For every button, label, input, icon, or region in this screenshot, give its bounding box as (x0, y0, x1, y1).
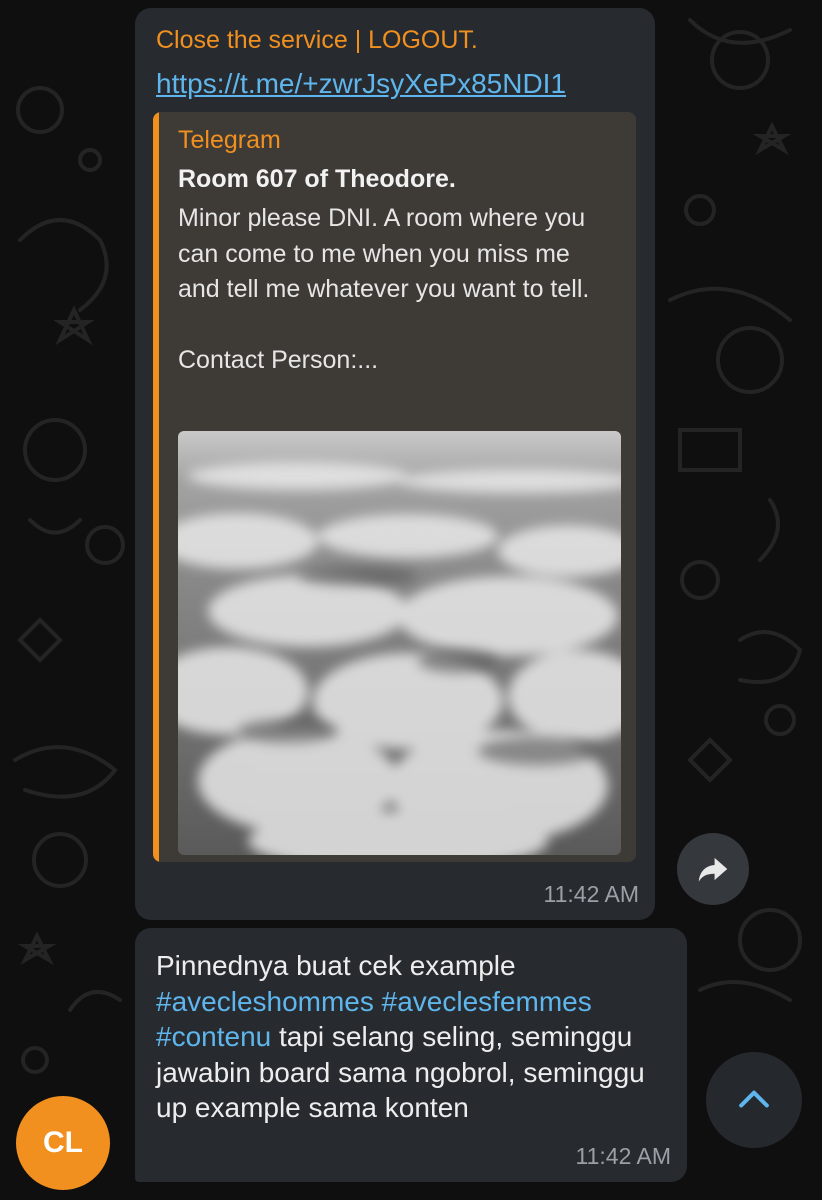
invite-link[interactable]: https://t.me/+zwrJsyXePx85NDI1 (156, 68, 566, 100)
message-bubble-text[interactable]: Pinnednya buat cek example #avecleshomme… (135, 928, 687, 1182)
preview-image-clouds[interactable] (178, 431, 621, 855)
hashtag-avecleshommes[interactable]: #avecleshommes (156, 986, 374, 1017)
message-text: Pinnednya buat cek example #avecleshomme… (156, 948, 676, 1126)
scroll-button[interactable] (706, 1052, 802, 1148)
message-text-intro: Pinnednya buat cek example (156, 950, 516, 981)
clouds-image (178, 431, 621, 855)
message-time: 11:42 AM (575, 1143, 671, 1169)
hashtag-aveclesfemmes[interactable]: #aveclesfemmes (382, 986, 592, 1017)
preview-title: Room 607 of Theodore. (178, 165, 456, 193)
sender-name[interactable]: Close the service | LOGOUT. (156, 26, 478, 55)
hashtag-contenu[interactable]: #contenu (156, 1021, 271, 1052)
preview-description: Minor please DNI. A room where you can c… (178, 201, 618, 379)
link-preview-card[interactable]: Telegram Room 607 of Theodore. Minor ple… (153, 112, 636, 862)
preview-accent-bar (153, 112, 159, 862)
message-time: 11:42 AM (543, 881, 639, 907)
message-bubble-link[interactable]: Close the service | LOGOUT. https://t.me… (135, 8, 655, 920)
share-button[interactable] (677, 833, 749, 905)
preview-contact: Contact Person:... (178, 346, 379, 374)
preview-site-name: Telegram (178, 126, 281, 154)
sender-avatar[interactable]: CL (16, 1096, 110, 1190)
share-arrow-icon (698, 857, 728, 882)
preview-description-text: Minor please DNI. A room where you can c… (178, 204, 590, 303)
chevron-up-icon (739, 1090, 769, 1108)
